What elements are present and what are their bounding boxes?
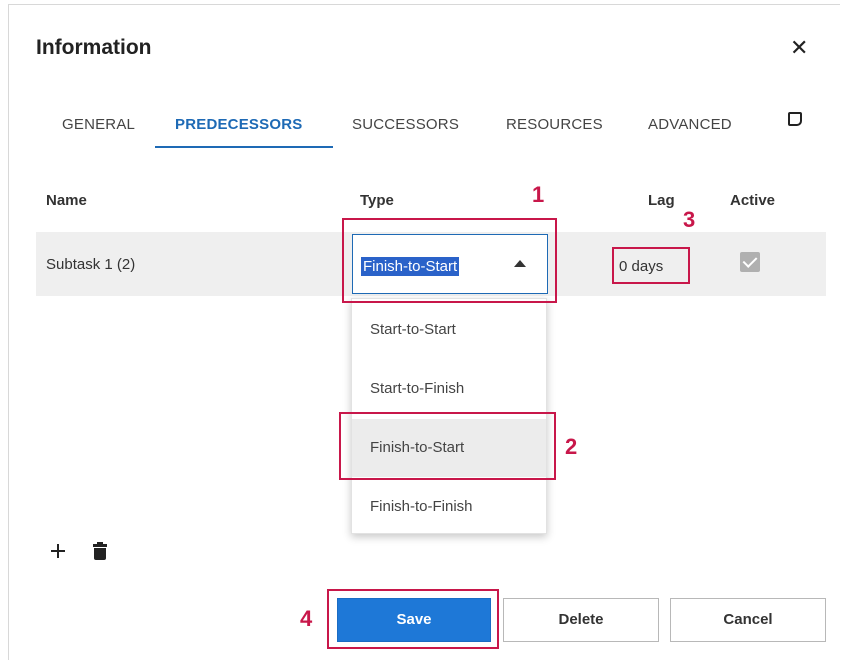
- save-button[interactable]: Save: [337, 598, 491, 642]
- column-header-name: Name: [46, 192, 87, 209]
- callout-box-1: [342, 218, 557, 303]
- active-checkbox[interactable]: [740, 252, 760, 272]
- dialog-title: Information: [36, 36, 152, 59]
- tab-resources[interactable]: RESOURCES: [506, 116, 603, 133]
- lag-input[interactable]: 0 days: [619, 258, 663, 275]
- callout-number-1: 1: [532, 182, 545, 207]
- tab-advanced[interactable]: ADVANCED: [648, 116, 732, 133]
- callout-number-2: 2: [565, 434, 578, 459]
- column-header-type: Type: [360, 192, 394, 209]
- active-tab-indicator: [155, 146, 333, 148]
- column-header-lag: Lag: [648, 192, 675, 209]
- callout-box-2: [339, 412, 556, 480]
- cancel-button[interactable]: Cancel: [670, 598, 826, 642]
- dropdown-option-finish-to-finish[interactable]: Finish-to-Finish: [352, 478, 546, 536]
- callout-number-3: 3: [683, 207, 696, 232]
- trash-icon[interactable]: [93, 542, 107, 560]
- dropdown-option-start-to-start[interactable]: Start-to-Start: [352, 301, 546, 359]
- tab-general[interactable]: GENERAL: [62, 116, 135, 133]
- column-header-active: Active: [730, 192, 776, 209]
- tab-successors[interactable]: SUCCESSORS: [352, 116, 459, 133]
- plus-icon[interactable]: [50, 543, 66, 559]
- close-icon[interactable]: ✕: [790, 36, 808, 60]
- predecessor-name: Subtask 1 (2): [46, 256, 136, 273]
- dropdown-option-start-to-finish[interactable]: Start-to-Finish: [352, 360, 546, 418]
- callout-number-4: 4: [300, 606, 313, 631]
- delete-button[interactable]: Delete: [503, 598, 659, 642]
- tab-predecessors[interactable]: PREDECESSORS: [175, 116, 302, 133]
- notes-icon[interactable]: [788, 112, 802, 126]
